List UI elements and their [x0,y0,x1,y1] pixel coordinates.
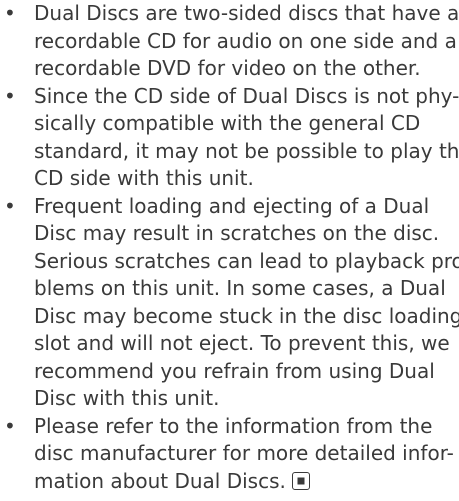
text-line: recordable DVD for video on the other. [34,56,421,80]
text-line: Serious scratches can lead to playback p… [34,248,459,273]
text-line: Disc with this unit. [34,386,220,410]
text-line: mation about Dual Discs. [34,468,286,493]
text-line: CD side with this unit. [34,166,254,190]
text-line: Disc may result in scratches on the disc… [34,221,440,245]
bullet-item-cd-compatibility: • Since the CD side of Dual Discs is not… [0,83,459,193]
text-line: recommend you refrain from using Dual [34,358,435,383]
bullet-list: • Dual Discs are two-sided discs that ha… [0,0,459,495]
text-line: disc manufacturer for more detailed info… [34,441,454,465]
text-line: standard, it may not be possible to play… [34,138,459,163]
text-line: Disc may become stuck in the disc loadin… [34,303,459,328]
text-line: Dual Discs are two-sided discs that have… [34,1,459,25]
text-line: Frequent loading and ejecting of a Dual [34,193,430,218]
bullet-item-manufacturer-info: • Please refer to the information from t… [0,413,459,496]
text-line: slot and will not eject. To prevent this… [34,331,450,355]
text-line: sically compatible with the general CD [34,111,421,135]
text-line: blems on this unit. In some cases, a Dua… [34,276,446,300]
bullet-icon: • [4,83,16,108]
end-of-section-icon [291,471,310,490]
bullet-icon: • [4,193,16,218]
bullet-item-loading-ejecting-warning: • Frequent loading and ejecting of a Dua… [0,193,459,413]
text-line-with-end-mark: mation about Dual Discs. [34,468,459,496]
text-line: recordable CD for audio on one side and … [34,28,457,53]
bullet-icon: • [4,1,16,25]
text-line: Please refer to the information from the [34,413,433,438]
text-line: Since the CD side of Dual Discs is not p… [34,83,459,108]
bullet-icon: • [4,413,16,438]
bullet-item-dual-discs-definition: • Dual Discs are two-sided discs that ha… [0,0,459,83]
